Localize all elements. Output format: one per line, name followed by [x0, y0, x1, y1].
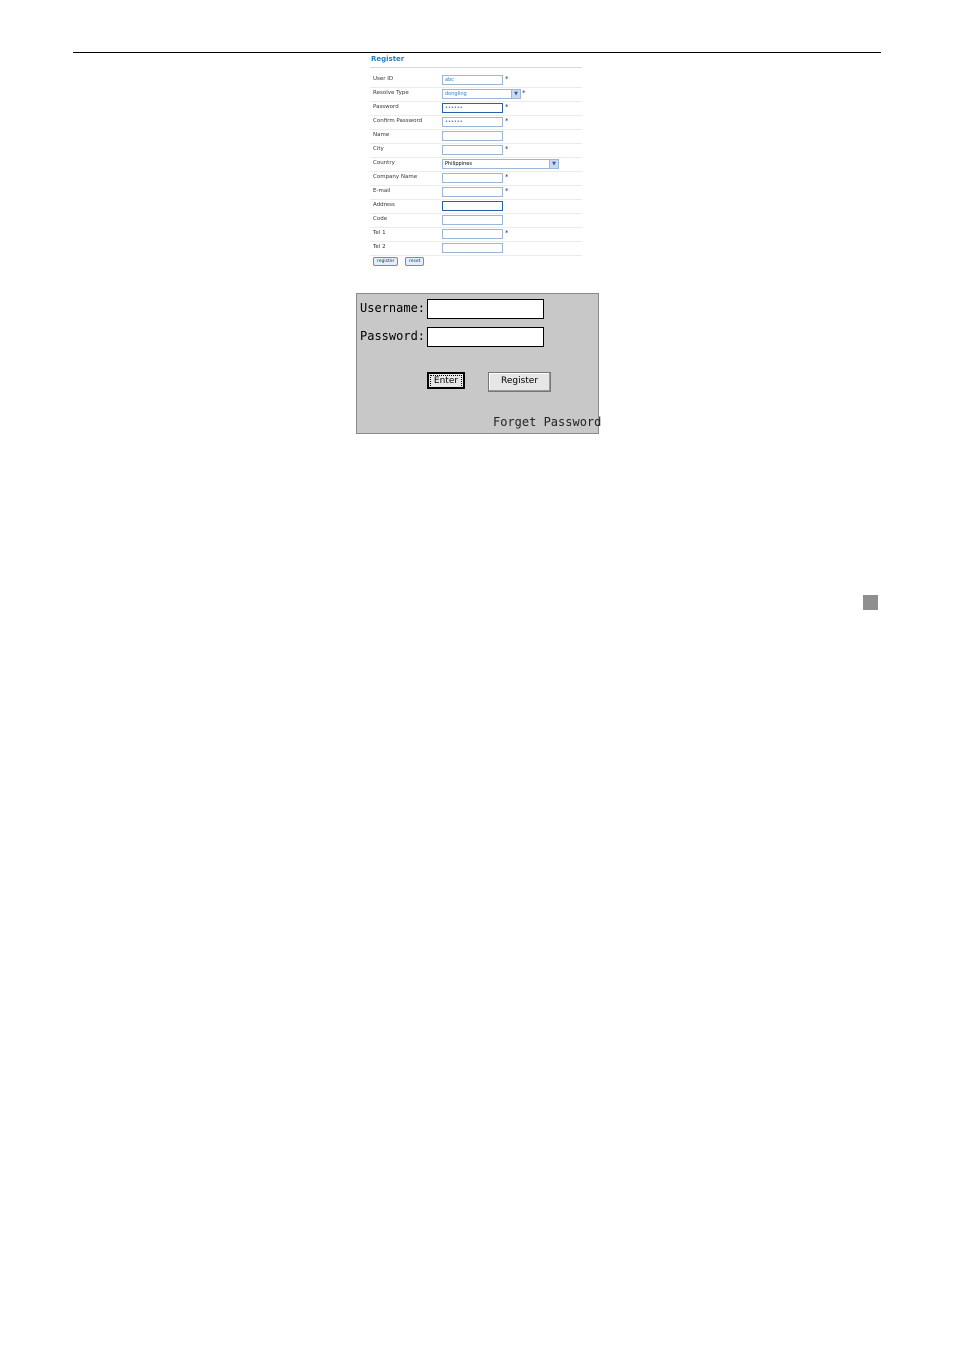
- username-label: Username:: [360, 301, 426, 315]
- register-title: Register: [371, 55, 405, 63]
- address-label: Address: [373, 202, 395, 208]
- field-row-city: City *: [370, 143, 582, 158]
- tel-1-label: Tel 1: [373, 230, 386, 236]
- company-name-input[interactable]: [442, 173, 503, 183]
- register-form: Register User ID abc * Resolve Type dong…: [368, 52, 582, 267]
- chevron-down-icon[interactable]: ▼: [511, 90, 520, 98]
- field-row-resolve-type: Resolve Type dongling ▼ *: [370, 87, 582, 102]
- required-marker: *: [505, 187, 509, 195]
- forget-password-link[interactable]: Forget Password: [493, 415, 601, 429]
- confirm-password-input[interactable]: ••••••: [442, 117, 503, 127]
- field-row-code: Code: [370, 213, 582, 228]
- field-row-email: E-mail *: [370, 185, 582, 200]
- user-id-label: User ID: [373, 76, 394, 82]
- name-input[interactable]: [442, 131, 503, 141]
- city-label: City: [373, 146, 384, 152]
- password-input[interactable]: [427, 327, 544, 347]
- password-label: Password:: [360, 329, 426, 343]
- email-label: E-mail: [373, 188, 391, 194]
- enter-button-label: Enter: [430, 375, 462, 388]
- required-marker: *: [505, 117, 509, 125]
- tel-2-input[interactable]: [442, 243, 503, 253]
- field-row-tel-1: Tel 1 *: [370, 227, 582, 242]
- resolve-type-select[interactable]: dongling ▼: [442, 89, 521, 99]
- login-panel: Username: Password: Enter Register Forge…: [356, 293, 601, 434]
- field-row-name: Name: [370, 129, 582, 144]
- country-value: Philippines: [445, 161, 472, 167]
- required-marker: *: [505, 145, 509, 153]
- field-row-password: Password •••••• *: [370, 101, 582, 116]
- required-marker: *: [505, 75, 509, 83]
- tel-1-input[interactable]: [442, 229, 503, 239]
- required-marker: *: [505, 173, 509, 181]
- register-button[interactable]: Register: [488, 372, 551, 392]
- page-marker: [863, 595, 878, 610]
- field-row-country: Country Philippines ▼: [370, 157, 582, 172]
- required-marker: *: [505, 229, 509, 237]
- company-name-label: Company Name: [373, 174, 418, 180]
- city-input[interactable]: [442, 145, 503, 155]
- field-row-user-id: User ID abc *: [370, 73, 582, 88]
- required-marker: *: [505, 103, 509, 111]
- country-label: Country: [373, 160, 395, 166]
- resolve-type-label: Resolve Type: [373, 90, 409, 96]
- code-input[interactable]: [442, 215, 503, 225]
- register-submit-button[interactable]: register: [373, 257, 399, 266]
- resolve-type-value: dongling: [445, 91, 467, 97]
- password-label: Password: [373, 104, 399, 110]
- field-row-confirm-password: Confirm Password •••••• *: [370, 115, 582, 130]
- name-label: Name: [373, 132, 390, 138]
- code-label: Code: [373, 216, 388, 222]
- password-input[interactable]: ••••••: [442, 103, 503, 113]
- confirm-password-label: Confirm Password: [373, 118, 423, 124]
- chevron-down-icon[interactable]: ▼: [549, 160, 558, 168]
- field-row-tel-2: Tel 2: [370, 241, 582, 256]
- address-input[interactable]: [442, 201, 503, 211]
- field-row-company-name: Company Name *: [370, 171, 582, 186]
- country-select[interactable]: Philippines ▼: [442, 159, 559, 169]
- field-row-address: Address: [370, 199, 582, 214]
- reset-button[interactable]: reset: [405, 257, 425, 266]
- tel-2-label: Tel 2: [373, 244, 386, 250]
- user-id-input[interactable]: abc: [442, 75, 503, 85]
- enter-button[interactable]: Enter: [427, 372, 465, 389]
- username-input[interactable]: [427, 299, 544, 319]
- email-input[interactable]: [442, 187, 503, 197]
- required-marker: *: [522, 89, 526, 97]
- title-divider: [370, 67, 582, 68]
